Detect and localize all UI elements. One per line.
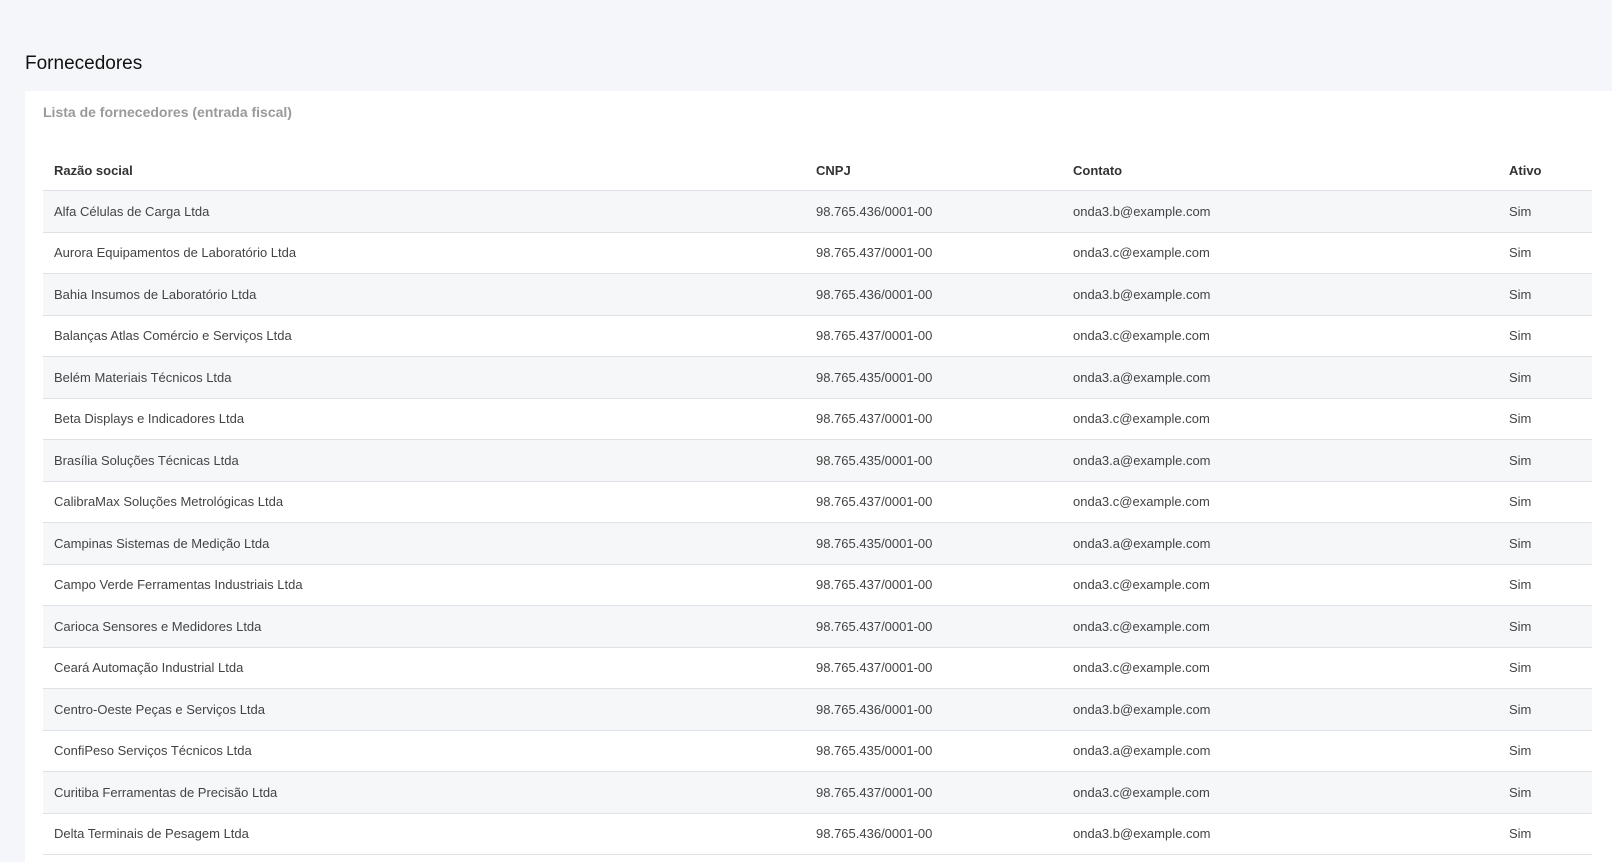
cell-cnpj: 98.765.436/0001-00 [805,813,1062,855]
cell-razao-social: Beta Displays e Indicadores Ltda [43,398,805,440]
cell-cnpj: 98.765.436/0001-00 [805,688,1062,731]
column-header-ativo: Ativo [1498,150,1592,191]
cell-cnpj: 98.765.437/0001-00 [805,232,1062,274]
table-row[interactable]: Campinas Sistemas de Medição Ltda 98.765.… [43,522,1592,565]
cell-razao-social: Balanças Atlas Comércio e Serviços Ltda [43,315,805,357]
cell-contato: onda3.b@example.com [1062,813,1498,855]
cell-cnpj: 98.765.435/0001-00 [805,356,1062,399]
cell-ativo: Sim [1498,273,1592,316]
suppliers-card: Lista de fornecedores (entrada fiscal) R… [25,91,1612,862]
table-row[interactable]: Brasília Soluções Técnicas Ltda 98.765.43… [43,439,1592,482]
cell-razao-social: Bahia Insumos de Laboratório Ltda [43,273,805,316]
suppliers-table: Razão social CNPJ Contato Ativo Alfa Cél… [43,150,1592,855]
cell-contato: onda3.c@example.com [1062,564,1498,606]
card-subtitle: Lista de fornecedores (entrada fiscal) [43,104,292,120]
cell-contato: onda3.c@example.com [1062,481,1498,523]
cell-contato: onda3.a@example.com [1062,522,1498,565]
cell-contato: onda3.c@example.com [1062,605,1498,648]
cell-cnpj: 98.765.437/0001-00 [805,481,1062,523]
cell-ativo: Sim [1498,356,1592,399]
cell-cnpj: 98.765.436/0001-00 [805,273,1062,316]
cell-cnpj: 98.765.437/0001-00 [805,315,1062,357]
cell-ativo: Sim [1498,481,1592,523]
table-row[interactable]: Ceará Automação Industrial Ltda 98.765.43… [43,647,1592,689]
cell-contato: onda3.b@example.com [1062,688,1498,731]
cell-ativo: Sim [1498,813,1592,855]
table-row[interactable]: Bahia Insumos de Laboratório Ltda 98.765.… [43,273,1592,316]
cell-contato: onda3.c@example.com [1062,232,1498,274]
table-row[interactable]: Campo Verde Ferramentas Industriais Ltda… [43,564,1592,606]
cell-ativo: Sim [1498,730,1592,772]
cell-cnpj: 98.765.435/0001-00 [805,439,1062,482]
cell-contato: onda3.a@example.com [1062,439,1498,482]
cell-cnpj: 98.765.437/0001-00 [805,771,1062,814]
cell-contato: onda3.a@example.com [1062,356,1498,399]
table-row[interactable]: Carioca Sensores e Medidores Ltda 98.765.… [43,605,1592,648]
cell-contato: onda3.a@example.com [1062,730,1498,772]
cell-razao-social: ConfiPeso Serviços Técnicos Ltda [43,730,805,772]
cell-razao-social: Belém Materiais Técnicos Ltda [43,356,805,399]
cell-razao-social: Delta Terminais de Pesagem Ltda [43,813,805,855]
cell-razao-social: Aurora Equipamentos de Laboratório Ltda [43,232,805,274]
cell-ativo: Sim [1498,522,1592,565]
cell-razao-social: Ceará Automação Industrial Ltda [43,647,805,689]
cell-razao-social: CalibraMax Soluções Metrológicas Ltda [43,481,805,523]
table-row[interactable]: CalibraMax Soluções Metrológicas Ltda 98.… [43,481,1592,523]
table-row[interactable]: Belém Materiais Técnicos Ltda 98.765.435/… [43,356,1592,399]
cell-razao-social: Campo Verde Ferramentas Industriais Ltda [43,564,805,606]
cell-ativo: Sim [1498,771,1592,814]
cell-ativo: Sim [1498,647,1592,689]
suppliers-table-container: Razão social CNPJ Contato Ativo Alfa Cél… [43,150,1592,855]
cell-contato: onda3.c@example.com [1062,315,1498,357]
table-body: Alfa Células de Carga Ltda 98.765.436/000… [43,190,1592,855]
column-header-razao-social: Razão social [43,150,805,191]
page-title: Fornecedores [25,53,143,74]
cell-razao-social: Carioca Sensores e Medidores Ltda [43,605,805,648]
cell-cnpj: 98.765.437/0001-00 [805,605,1062,648]
cell-cnpj: 98.765.435/0001-00 [805,730,1062,772]
cell-contato: onda3.c@example.com [1062,647,1498,689]
cell-ativo: Sim [1498,190,1592,233]
cell-ativo: Sim [1498,398,1592,440]
cell-ativo: Sim [1498,315,1592,357]
cell-cnpj: 98.765.437/0001-00 [805,398,1062,440]
cell-contato: onda3.b@example.com [1062,273,1498,316]
cell-cnpj: 98.765.437/0001-00 [805,647,1062,689]
table-row[interactable]: Delta Terminais de Pesagem Ltda 98.765.43… [43,813,1592,855]
cell-ativo: Sim [1498,605,1592,648]
table-row[interactable]: Centro-Oeste Peças e Serviços Ltda 98.765… [43,688,1592,731]
cell-razao-social: Curitiba Ferramentas de Precisão Ltda [43,771,805,814]
column-header-cnpj: CNPJ [805,150,1062,191]
cell-cnpj: 98.765.436/0001-00 [805,190,1062,233]
table-row[interactable]: Alfa Células de Carga Ltda 98.765.436/000… [43,190,1592,233]
cell-contato: onda3.c@example.com [1062,771,1498,814]
table-row[interactable]: Beta Displays e Indicadores Ltda 98.765.4… [43,398,1592,440]
table-row[interactable]: Aurora Equipamentos de Laboratório Ltda 9… [43,232,1592,274]
cell-razao-social: Campinas Sistemas de Medição Ltda [43,522,805,565]
cell-contato: onda3.b@example.com [1062,190,1498,233]
cell-ativo: Sim [1498,564,1592,606]
cell-contato: onda3.c@example.com [1062,398,1498,440]
column-header-contato: Contato [1062,150,1498,191]
cell-ativo: Sim [1498,439,1592,482]
table-header-row: Razão social CNPJ Contato Ativo [43,150,1592,191]
cell-ativo: Sim [1498,688,1592,731]
table-row[interactable]: ConfiPeso Serviços Técnicos Ltda 98.765.4… [43,730,1592,772]
cell-cnpj: 98.765.437/0001-00 [805,564,1062,606]
cell-razao-social: Centro-Oeste Peças e Serviços Ltda [43,688,805,731]
cell-razao-social: Brasília Soluções Técnicas Ltda [43,439,805,482]
cell-cnpj: 98.765.435/0001-00 [805,522,1062,565]
table-row[interactable]: Curitiba Ferramentas de Precisão Ltda 98.… [43,771,1592,814]
cell-razao-social: Alfa Células de Carga Ltda [43,190,805,233]
table-row[interactable]: Balanças Atlas Comércio e Serviços Ltda 9… [43,315,1592,357]
cell-ativo: Sim [1498,232,1592,274]
